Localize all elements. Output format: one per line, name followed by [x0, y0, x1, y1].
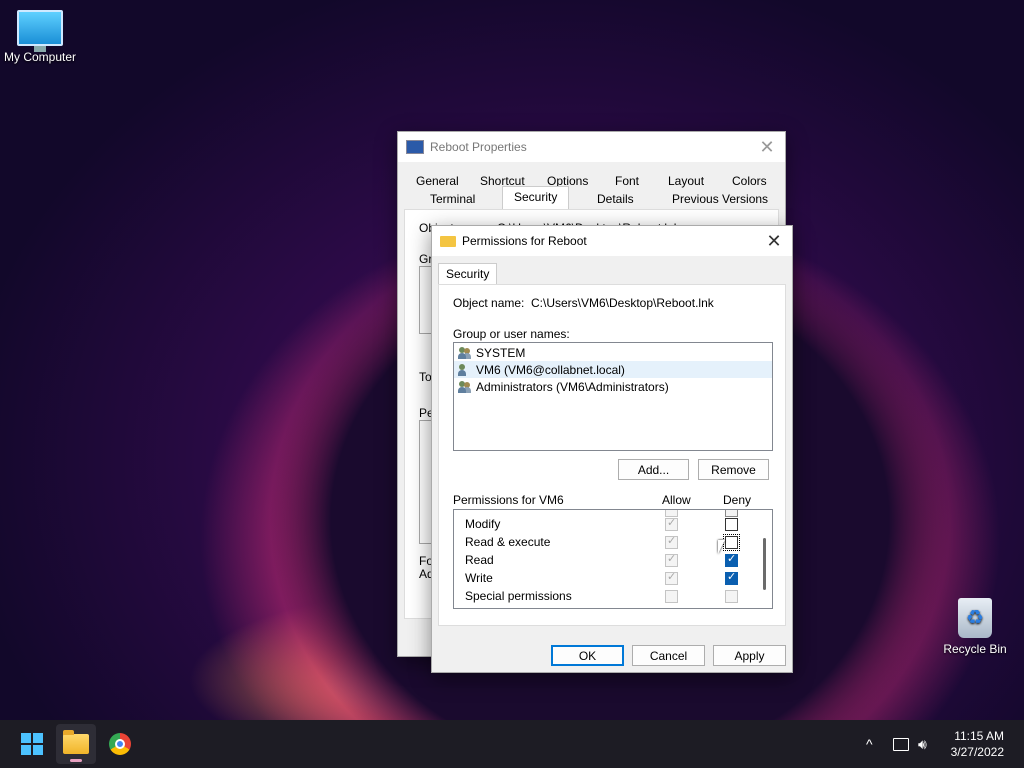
permissions-dialog: Permissions for Reboot ✕ Security Object… [431, 225, 793, 673]
permission-label: Special permissions [465, 589, 572, 603]
scrollbar-thumb[interactable] [763, 538, 766, 590]
cancel-button[interactable]: Cancel [632, 645, 705, 666]
user-icon [458, 363, 472, 376]
volume-icon[interactable]: 🔊︎ [918, 720, 927, 768]
tab-terminal[interactable]: Terminal [424, 190, 481, 208]
group-or-user-names-label: Group or user names: [453, 327, 570, 341]
allow-header: Allow [662, 493, 691, 507]
network-icon[interactable] [893, 720, 909, 768]
group-icon [458, 380, 472, 393]
deny-checkbox[interactable] [725, 518, 738, 531]
permission-row-write: Write [454, 569, 764, 587]
allow-checkbox[interactable] [665, 516, 678, 531]
users-listbox[interactable]: SYSTEM VM6 (VM6@collabnet.local) Adminis… [453, 342, 773, 451]
object-name-value: C:\Users\VM6\Desktop\Reboot.lnk [531, 296, 714, 310]
allow-checkbox[interactable] [665, 534, 678, 549]
chevron-up-icon: ^ [866, 736, 873, 752]
taskbar: ^ 🔊︎ 11:15 AM 3/27/2022 [0, 720, 1024, 768]
permission-label: Write [465, 571, 493, 585]
deny-checkbox[interactable] [725, 570, 738, 585]
permissions-for-label: Permissions for VM6 [453, 493, 564, 507]
add-button[interactable]: Add... [618, 459, 689, 480]
permission-row-special: Special permissions [454, 587, 764, 605]
permission-label: Read & execute [465, 535, 551, 549]
active-indicator [70, 759, 82, 762]
tab-colors[interactable]: Colors [726, 172, 773, 190]
permissions-titlebar: Permissions for Reboot ✕ [432, 226, 792, 256]
desktop-icon-recycle-bin[interactable]: ♻ Recycle Bin [935, 598, 1015, 656]
close-icon[interactable]: ✕ [757, 137, 777, 158]
list-item[interactable]: Administrators (VM6\Administrators) [454, 378, 772, 395]
permission-label: Read [465, 553, 494, 567]
tab-general[interactable]: General [410, 172, 465, 190]
tab-font[interactable]: Font [609, 172, 645, 190]
group-icon [458, 346, 472, 359]
deny-checkbox[interactable] [723, 534, 740, 551]
tab-security[interactable]: Security [502, 186, 570, 210]
monitor-icon [17, 10, 63, 52]
recycle-bin-label: Recycle Bin [943, 642, 1007, 656]
properties-title: Reboot Properties [430, 140, 527, 154]
tab-layout[interactable]: Layout [662, 172, 710, 190]
allow-checkbox[interactable] [665, 590, 678, 603]
to-label-fragment: To [419, 370, 432, 384]
windows-logo-icon [21, 733, 43, 755]
apply-button[interactable]: Apply [713, 645, 786, 666]
tab-previous-versions[interactable]: Previous Versions [666, 190, 774, 208]
my-computer-label: My Computer [3, 50, 77, 64]
shortcut-icon [406, 140, 424, 154]
folder-icon [440, 235, 456, 247]
mouse-cursor-icon [718, 540, 725, 554]
recycle-bin-icon: ♻ [958, 598, 992, 638]
tab-details[interactable]: Details [591, 190, 640, 208]
security-panel: Object name: C:\Users\VM6\Desktop\Reboot… [438, 284, 786, 626]
allow-checkbox[interactable] [665, 570, 678, 585]
show-hidden-icons-button[interactable]: ^ [866, 720, 873, 768]
list-item[interactable]: VM6 (VM6@collabnet.local) [454, 361, 772, 378]
properties-titlebar: Reboot Properties ✕ [398, 132, 785, 162]
start-button[interactable] [12, 724, 52, 764]
deny-checkbox[interactable] [725, 590, 738, 603]
file-explorer-button[interactable] [56, 724, 96, 764]
clock[interactable]: 11:15 AM 3/27/2022 [951, 728, 1004, 760]
object-name-label: Object name: [453, 296, 525, 310]
user-name: Administrators (VM6\Administrators) [476, 379, 669, 394]
permissions-listbox[interactable]: Modify Read & execute Read Write Special [453, 509, 773, 609]
user-name: VM6 (VM6@collabnet.local) [476, 362, 625, 377]
ok-button[interactable]: OK [551, 645, 624, 666]
tab-security[interactable]: Security [438, 263, 498, 286]
close-icon[interactable]: ✕ [764, 231, 784, 252]
permission-row-modify: Modify [454, 515, 764, 533]
deny-checkbox[interactable] [725, 552, 738, 567]
deny-header: Deny [723, 493, 752, 507]
remove-button[interactable]: Remove [698, 459, 769, 480]
permission-label: Modify [465, 517, 501, 531]
clock-date: 3/27/2022 [950, 745, 1004, 759]
permissions-title: Permissions for Reboot [462, 234, 587, 248]
clock-time: 11:15 AM [954, 729, 1004, 743]
user-name: SYSTEM [476, 345, 526, 360]
list-item[interactable]: SYSTEM [454, 344, 772, 361]
chrome-icon [109, 733, 131, 755]
folder-icon [63, 730, 89, 754]
chrome-button[interactable] [100, 724, 140, 764]
desktop-icon-my-computer[interactable]: My Computer [0, 10, 80, 64]
allow-checkbox[interactable] [665, 552, 678, 567]
